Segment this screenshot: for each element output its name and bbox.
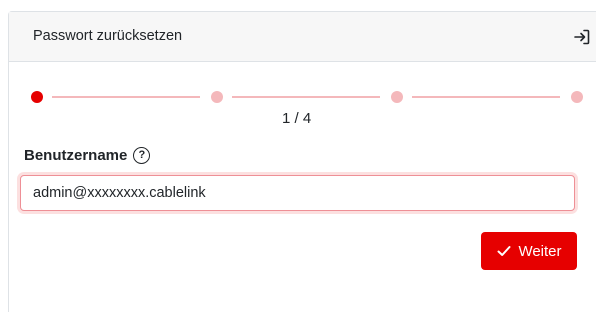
next-button-label: Weiter [518, 242, 562, 260]
next-button[interactable]: Weiter [481, 232, 577, 270]
step-connector-3 [412, 96, 560, 98]
logout-icon[interactable] [573, 28, 591, 46]
step-dot-2 [211, 91, 223, 103]
step-counter: 1 / 4 [282, 110, 312, 127]
username-field[interactable] [20, 175, 575, 211]
step-connector-2 [232, 96, 380, 98]
step-connector-1 [52, 96, 200, 98]
username-label-text: Benutzername [24, 147, 128, 164]
page-title: Passwort zurücksetzen [33, 28, 183, 44]
step-dot-4 [571, 91, 583, 103]
question-circle-icon[interactable]: ? [133, 147, 151, 164]
card-header: Passwort zurücksetzen [9, 12, 596, 62]
step-dot-3 [391, 91, 403, 103]
check-icon [497, 246, 511, 256]
step-dot-1 [31, 91, 43, 103]
username-label: Benutzername ? [24, 147, 151, 164]
